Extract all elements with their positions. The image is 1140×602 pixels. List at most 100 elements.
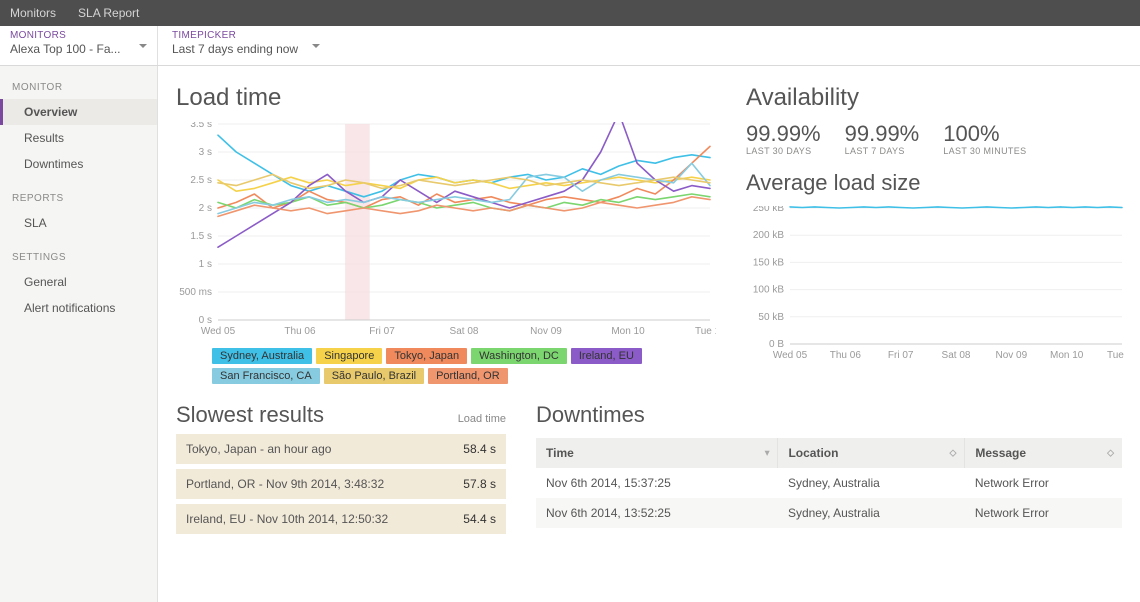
panel-right: Availability 99.99% LAST 30 DAYS99.99% L… bbox=[746, 84, 1126, 384]
sort-icon: ▾ bbox=[765, 448, 770, 459]
timepicker-value: Last 7 days ending now bbox=[172, 42, 298, 56]
downtimes-column-header[interactable]: Time ▾ bbox=[536, 438, 778, 468]
svg-text:Wed 05: Wed 05 bbox=[201, 326, 236, 337]
monitor-selector[interactable]: MONITORS Alexa Top 100 - Fa... bbox=[0, 26, 158, 65]
sidebar-item-sla[interactable]: SLA bbox=[0, 210, 157, 236]
legend-tag[interactable]: Ireland, EU bbox=[571, 348, 642, 364]
svg-text:200 kB: 200 kB bbox=[753, 230, 784, 241]
svg-text:0 s: 0 s bbox=[199, 315, 212, 326]
slowest-item[interactable]: Tokyo, Japan - an hour ago 58.4 s bbox=[176, 434, 506, 464]
slowest-item[interactable]: Portland, OR - Nov 9th 2014, 3:48:32 57.… bbox=[176, 469, 506, 499]
svg-text:1 s: 1 s bbox=[199, 259, 212, 270]
sidebar-item-results[interactable]: Results bbox=[0, 125, 157, 151]
svg-text:150 kB: 150 kB bbox=[753, 258, 784, 269]
svg-text:Nov 09: Nov 09 bbox=[995, 350, 1027, 361]
load-time-legend: Sydney, AustraliaSingaporeTokyo, JapanWa… bbox=[176, 348, 716, 384]
kpi-value: 99.99% bbox=[845, 122, 920, 146]
load-size-chart[interactable]: 250 kB200 kB150 kB100 kB50 kB0 BWed 05Th… bbox=[746, 206, 1126, 366]
svg-text:Sat 08: Sat 08 bbox=[450, 326, 479, 337]
sidebar-section-monitor: MONITOR bbox=[0, 76, 157, 99]
downtimes-title: Downtimes bbox=[536, 402, 1122, 428]
availability-kpis: 99.99% LAST 30 DAYS99.99% LAST 7 DAYS100… bbox=[746, 122, 1126, 156]
column-header-label: Time bbox=[546, 446, 574, 460]
top-nav: Monitors SLA Report bbox=[0, 0, 1140, 26]
slowest-item[interactable]: Ireland, EU - Nov 10th 2014, 12:50:32 54… bbox=[176, 504, 506, 534]
downtimes-row[interactable]: Nov 6th 2014, 13:52:25 Sydney, Australia… bbox=[536, 498, 1122, 528]
chevron-down-icon bbox=[312, 44, 320, 48]
svg-text:Tue 11: Tue 11 bbox=[695, 326, 716, 337]
svg-text:Tue 11: Tue 11 bbox=[1107, 350, 1126, 361]
load-time-chart[interactable]: 3.5 s3 s2.5 s2 s1.5 s1 s500 ms0 sWed 05T… bbox=[176, 122, 716, 342]
sidebar-section-reports: REPORTS bbox=[0, 187, 157, 210]
svg-text:Thu 06: Thu 06 bbox=[830, 350, 862, 361]
sidebar-section-settings: SETTINGS bbox=[0, 246, 157, 269]
slowest-item-label: Tokyo, Japan - an hour ago bbox=[186, 442, 331, 456]
svg-text:50 kB: 50 kB bbox=[758, 312, 784, 323]
svg-text:Sat 08: Sat 08 bbox=[942, 350, 971, 361]
slowest-item-value: 54.4 s bbox=[463, 512, 496, 526]
slowest-item-label: Portland, OR - Nov 9th 2014, 3:48:32 bbox=[186, 477, 384, 491]
downtime-message: Network Error bbox=[965, 498, 1122, 528]
sidebar-item-alert-notifications[interactable]: Alert notifications bbox=[0, 295, 157, 321]
availability-kpi: 99.99% LAST 30 DAYS bbox=[746, 122, 821, 156]
downtime-time[interactable]: Nov 6th 2014, 15:37:25 bbox=[536, 468, 778, 498]
downtimes-column-header[interactable]: Location ◇ bbox=[778, 438, 965, 468]
load-time-title: Load time bbox=[176, 84, 716, 112]
legend-tag[interactable]: Singapore bbox=[316, 348, 382, 364]
slowest-column-label: Load time bbox=[458, 413, 506, 425]
svg-text:0 B: 0 B bbox=[769, 339, 784, 350]
legend-tag[interactable]: San Francisco, CA bbox=[212, 368, 320, 384]
svg-text:250 kB: 250 kB bbox=[753, 206, 784, 214]
panel-load-time: Load time 3.5 s3 s2.5 s2 s1.5 s1 s500 ms… bbox=[176, 84, 716, 384]
content: Load time 3.5 s3 s2.5 s2 s1.5 s1 s500 ms… bbox=[158, 66, 1140, 602]
downtime-location: Sydney, Australia bbox=[778, 468, 965, 498]
downtime-time[interactable]: Nov 6th 2014, 13:52:25 bbox=[536, 498, 778, 528]
selector-row: MONITORS Alexa Top 100 - Fa... TIMEPICKE… bbox=[0, 26, 1140, 66]
kpi-label: LAST 7 DAYS bbox=[845, 146, 920, 156]
kpi-value: 100% bbox=[943, 122, 1026, 146]
svg-text:3.5 s: 3.5 s bbox=[190, 122, 212, 130]
kpi-label: LAST 30 MINUTES bbox=[943, 146, 1026, 156]
slowest-item-label: Ireland, EU - Nov 10th 2014, 12:50:32 bbox=[186, 512, 388, 526]
availability-title: Availability bbox=[746, 84, 1126, 112]
svg-text:Thu 06: Thu 06 bbox=[284, 326, 316, 337]
timepicker[interactable]: TIMEPICKER Last 7 days ending now bbox=[158, 26, 312, 65]
kpi-value: 99.99% bbox=[746, 122, 821, 146]
sidebar-item-overview[interactable]: Overview bbox=[0, 99, 157, 125]
downtime-message: Network Error bbox=[965, 468, 1122, 498]
svg-text:Fri 07: Fri 07 bbox=[888, 350, 914, 361]
svg-text:3 s: 3 s bbox=[199, 147, 212, 158]
legend-tag[interactable]: São Paulo, Brazil bbox=[324, 368, 424, 384]
availability-kpi: 99.99% LAST 7 DAYS bbox=[845, 122, 920, 156]
sidebar: MONITOR Overview Results Downtimes REPOR… bbox=[0, 66, 158, 602]
slowest-item-value: 57.8 s bbox=[463, 477, 496, 491]
downtime-location: Sydney, Australia bbox=[778, 498, 965, 528]
monitor-selector-value: Alexa Top 100 - Fa... bbox=[10, 42, 147, 56]
downtimes-column-header[interactable]: Message◇ bbox=[965, 438, 1122, 468]
svg-text:Mon 10: Mon 10 bbox=[611, 326, 645, 337]
monitor-selector-label: MONITORS bbox=[10, 30, 147, 41]
svg-text:Mon 10: Mon 10 bbox=[1050, 350, 1084, 361]
svg-text:Nov 09: Nov 09 bbox=[530, 326, 562, 337]
legend-tag[interactable]: Tokyo, Japan bbox=[386, 348, 467, 364]
svg-text:1.5 s: 1.5 s bbox=[190, 231, 212, 242]
sidebar-item-downtimes[interactable]: Downtimes bbox=[0, 151, 157, 177]
chevron-down-icon bbox=[139, 44, 147, 48]
legend-tag[interactable]: Sydney, Australia bbox=[212, 348, 312, 364]
slowest-title: Slowest results bbox=[176, 402, 324, 428]
sort-icon: ◇ bbox=[949, 448, 956, 459]
downtimes-table: Time ▾ Location ◇ Message◇ Nov 6th 2014, 15:… bbox=[536, 438, 1122, 528]
legend-tag[interactable]: Portland, OR bbox=[428, 368, 508, 384]
nav-monitors[interactable]: Monitors bbox=[10, 6, 56, 20]
panel-downtimes: Downtimes Time ▾ Location ◇ Message◇ Nov 6th… bbox=[536, 402, 1122, 539]
slowest-item-value: 58.4 s bbox=[463, 442, 496, 456]
column-header-label: Location bbox=[788, 446, 838, 460]
svg-text:100 kB: 100 kB bbox=[753, 285, 784, 296]
nav-sla-report[interactable]: SLA Report bbox=[78, 6, 139, 20]
column-header-label: Message bbox=[975, 446, 1026, 460]
sidebar-item-general[interactable]: General bbox=[0, 269, 157, 295]
downtimes-row[interactable]: Nov 6th 2014, 15:37:25 Sydney, Australia… bbox=[536, 468, 1122, 498]
kpi-label: LAST 30 DAYS bbox=[746, 146, 821, 156]
legend-tag[interactable]: Washington, DC bbox=[471, 348, 567, 364]
panel-slowest: Slowest results Load time Tokyo, Japan -… bbox=[176, 402, 506, 539]
